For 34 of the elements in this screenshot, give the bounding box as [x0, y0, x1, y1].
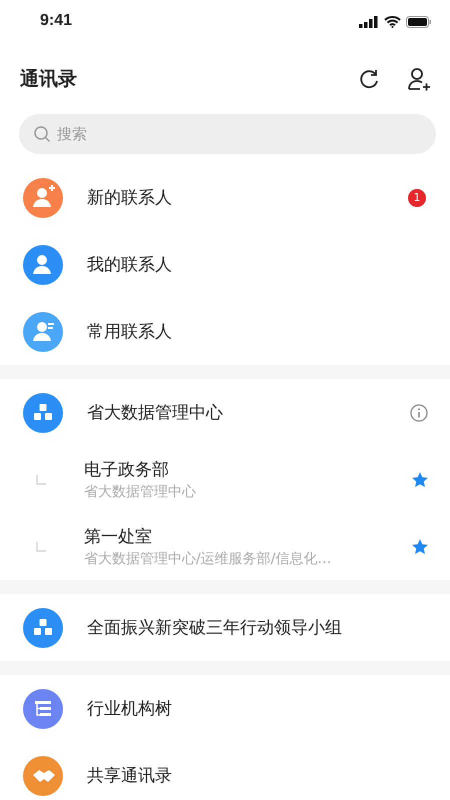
refresh-icon[interactable] [358, 68, 380, 90]
department-name: 第一处室 [84, 526, 153, 548]
department-item[interactable]: 第一处室 省大数据管理中心/运维服务部/信息化… [0, 513, 450, 580]
org-chart-icon [23, 392, 63, 432]
department-item[interactable]: 电子政务部 省大数据管理中心 [0, 446, 450, 513]
department-path: 省大数据管理中心 [84, 483, 197, 501]
org-chart-icon [23, 608, 63, 648]
directory-item[interactable]: 行业机构树 [0, 675, 450, 742]
search-field[interactable]: 搜索 [19, 114, 436, 154]
group-item[interactable]: 全面振兴新突破三年行动领导小组 [0, 594, 450, 661]
tree-branch-icon [36, 542, 46, 552]
contact-category-item[interactable]: 我的联系人 [0, 231, 450, 298]
add-contact-icon[interactable] [406, 66, 432, 92]
page-title: 通讯录 [20, 67, 77, 92]
department-name: 电子政务部 [84, 459, 170, 481]
organization-item[interactable]: 省大数据管理中心 [0, 379, 450, 446]
department-path: 省大数据管理中心/运维服务部/信息化… [84, 550, 332, 568]
wifi-icon [384, 16, 401, 28]
list-tree-icon [23, 688, 63, 728]
contact-icon [23, 178, 63, 218]
directory-item[interactable]: 共享通讯录 [0, 742, 450, 800]
contact-icon [23, 244, 63, 284]
unread-badge: 1 [408, 188, 426, 206]
status-time: 9:41 [40, 12, 72, 30]
contact-category-item[interactable]: 新的联系人 1 [0, 164, 450, 231]
battery-icon [406, 16, 432, 28]
info-icon[interactable] [410, 404, 428, 422]
contact-category-item[interactable]: 常用联系人 [0, 298, 450, 365]
search-icon [33, 125, 51, 143]
star-icon[interactable] [412, 538, 428, 554]
signal-icon [359, 16, 379, 28]
tree-branch-icon [36, 474, 46, 484]
star-icon[interactable] [412, 472, 428, 488]
contact-icon [23, 312, 63, 352]
